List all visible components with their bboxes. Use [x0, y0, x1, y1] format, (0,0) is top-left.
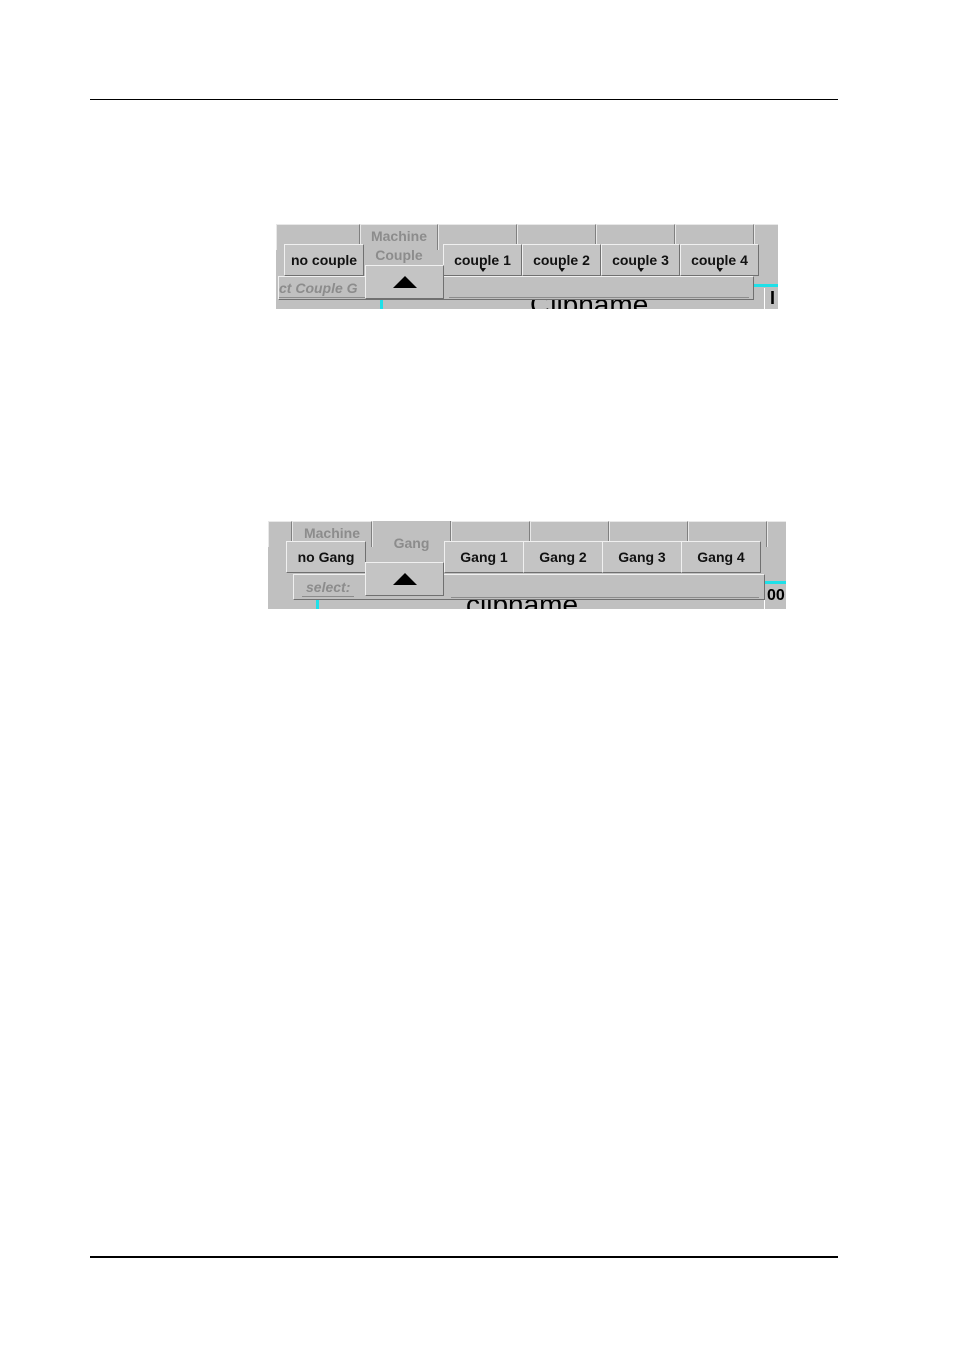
button-label: no couple — [290, 252, 358, 268]
gang-label: Gang — [393, 535, 430, 551]
select-label: select: — [302, 579, 355, 597]
couple-select-bar[interactable]: ct Couple G — [278, 276, 754, 300]
couple-3-button[interactable]: couple 3 — [601, 244, 680, 276]
gang-4-button[interactable]: Gang 4 — [681, 541, 761, 573]
machine-label: Machine — [303, 525, 360, 541]
cyan-marker — [764, 581, 786, 584]
couple-2-button[interactable]: couple 2 — [522, 244, 601, 276]
couple-1-button[interactable]: couple 1 — [443, 244, 522, 276]
footer-rule — [90, 1256, 838, 1258]
dropdown-marker-icon — [558, 268, 565, 272]
select-underline — [449, 297, 749, 298]
triangle-up-icon — [392, 573, 417, 585]
right-edge-text: 00 — [767, 587, 785, 604]
couple-selection-panel: Machine Couple Clipname I ct Couple G no… — [276, 224, 778, 309]
button-label: couple 4 — [691, 252, 748, 268]
button-label: Gang 2 — [539, 549, 587, 565]
dropdown-marker-icon — [637, 268, 644, 272]
dropdown-marker-icon — [716, 268, 723, 272]
button-label: Gang 4 — [697, 549, 745, 565]
divider — [764, 288, 765, 309]
cyan-marker — [754, 284, 778, 287]
select-underline — [451, 597, 759, 598]
gang-selection-panel: Machine Gang clipname 00 select: no Gang… — [268, 521, 786, 609]
tab-machine-couple[interactable]: Machine Couple — [360, 224, 438, 263]
button-label: couple 1 — [454, 252, 511, 268]
button-label: Gang 1 — [460, 549, 508, 565]
no-couple-button[interactable]: no couple — [284, 244, 364, 276]
gang-select-bar[interactable]: select: — [293, 574, 765, 600]
button-label: Gang 3 — [618, 549, 666, 565]
couple-4-button[interactable]: couple 4 — [680, 244, 759, 276]
tab-cell-empty — [767, 521, 786, 547]
machine-couple-line2: Couple — [375, 247, 423, 263]
button-label: no Gang — [297, 549, 355, 565]
dropdown-marker-icon — [479, 268, 486, 272]
select-couple-label: ct Couple G — [279, 280, 365, 298]
gang-2-button[interactable]: Gang 2 — [523, 541, 603, 573]
collapse-up-button[interactable] — [365, 562, 444, 596]
gang-3-button[interactable]: Gang 3 — [602, 541, 682, 573]
machine-couple-line1: Machine — [370, 228, 427, 244]
right-edge-text: I — [770, 288, 776, 308]
header-rule — [90, 99, 838, 100]
cyan-marker — [380, 300, 383, 309]
gang-1-button[interactable]: Gang 1 — [444, 541, 524, 573]
button-label: couple 2 — [533, 252, 590, 268]
tab-gang[interactable]: Gang — [372, 521, 451, 551]
collapse-up-button[interactable] — [365, 265, 444, 299]
no-gang-button[interactable]: no Gang — [286, 541, 366, 573]
cyan-marker — [316, 600, 319, 609]
button-label: couple 3 — [612, 252, 669, 268]
triangle-up-icon — [392, 276, 417, 288]
